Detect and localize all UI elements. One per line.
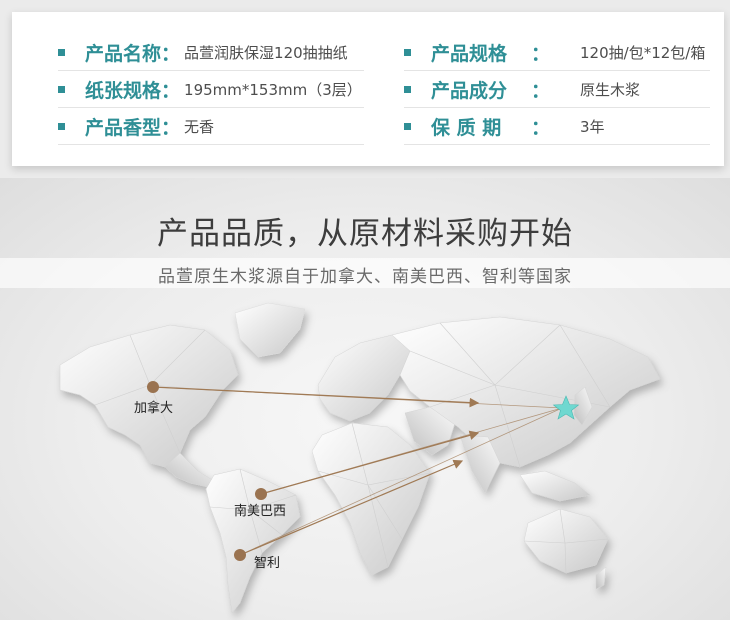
spec-label: 产品香型	[85, 116, 162, 139]
bullet-icon	[404, 85, 411, 93]
land-new-zealand	[595, 566, 607, 590]
land-south-america	[205, 468, 301, 614]
land-southeast-asia	[519, 470, 591, 502]
quality-subtitle: 品萱原生木浆源自于加拿大、南美巴西、智利等国家	[158, 267, 572, 287]
spec-value: 195mm*153mm（3层）	[184, 80, 362, 99]
spec-colon: ：	[161, 116, 181, 139]
origin-dot-brazil	[255, 488, 267, 500]
spec-label: 产品成分	[431, 79, 508, 102]
spec-label: 产品规格	[431, 42, 508, 65]
spec-value: 原生木浆	[580, 80, 641, 99]
spec-label: 产品名称	[85, 42, 162, 65]
bullet-icon	[58, 122, 65, 130]
bullet-icon	[404, 48, 411, 56]
spec-column-right: 产品规格 ： 120抽/包*12包/箱 产品成分 ： 原生木浆 保 质 期 ： …	[404, 34, 724, 145]
origin-label-canada: 加拿大	[134, 401, 174, 416]
spec-row-fragrance: 产品香型 ： 无香	[58, 108, 364, 145]
spec-row-product-name: 产品名称 ： 品萱润肤保湿120抽抽纸	[58, 34, 364, 71]
spec-card: 产品名称 ： 品萱润肤保湿120抽抽纸 纸张规格 ： 195mm*153mm（3…	[12, 12, 724, 166]
spec-colon: ：	[161, 42, 181, 65]
spec-row-package: 产品规格 ： 120抽/包*12包/箱	[404, 34, 710, 71]
land-australia	[523, 508, 609, 574]
spec-row-shelf-life: 保 质 期 ： 3年	[404, 108, 710, 145]
spec-value: 无香	[184, 117, 215, 136]
spec-value: 120抽/包*12包/箱	[580, 43, 706, 62]
bullet-icon	[58, 85, 65, 93]
bullet-icon	[58, 48, 65, 56]
origin-dot-chile	[234, 549, 246, 561]
bullet-icon	[404, 122, 411, 130]
land-greenland	[234, 302, 306, 358]
spec-colon: ：	[161, 79, 181, 102]
spec-value: 品萱润肤保湿120抽抽纸	[184, 43, 348, 62]
spec-row-paper-size: 纸张规格 ： 195mm*153mm（3层）	[58, 71, 364, 108]
origin-label-brazil: 南美巴西	[234, 504, 287, 519]
land-europe	[317, 334, 411, 422]
world-map	[59, 302, 661, 614]
spec-label: 保 质 期	[431, 116, 502, 139]
origin-dot-canada	[147, 381, 159, 393]
spec-colon: ：	[531, 116, 551, 139]
spec-value: 3年	[580, 117, 605, 136]
origin-label-chile: 智利	[254, 556, 281, 571]
land-north-america	[59, 324, 239, 468]
spec-row-material: 产品成分 ： 原生木浆	[404, 71, 710, 108]
quality-heading: 产品品质，从原材料采购开始	[157, 216, 573, 252]
spec-colon: ：	[531, 42, 551, 65]
spec-colon: ：	[531, 79, 551, 102]
spec-column-left: 产品名称 ： 品萱润肤保湿120抽抽纸 纸张规格 ： 195mm*153mm（3…	[58, 34, 408, 145]
spec-label: 纸张规格	[85, 79, 162, 102]
